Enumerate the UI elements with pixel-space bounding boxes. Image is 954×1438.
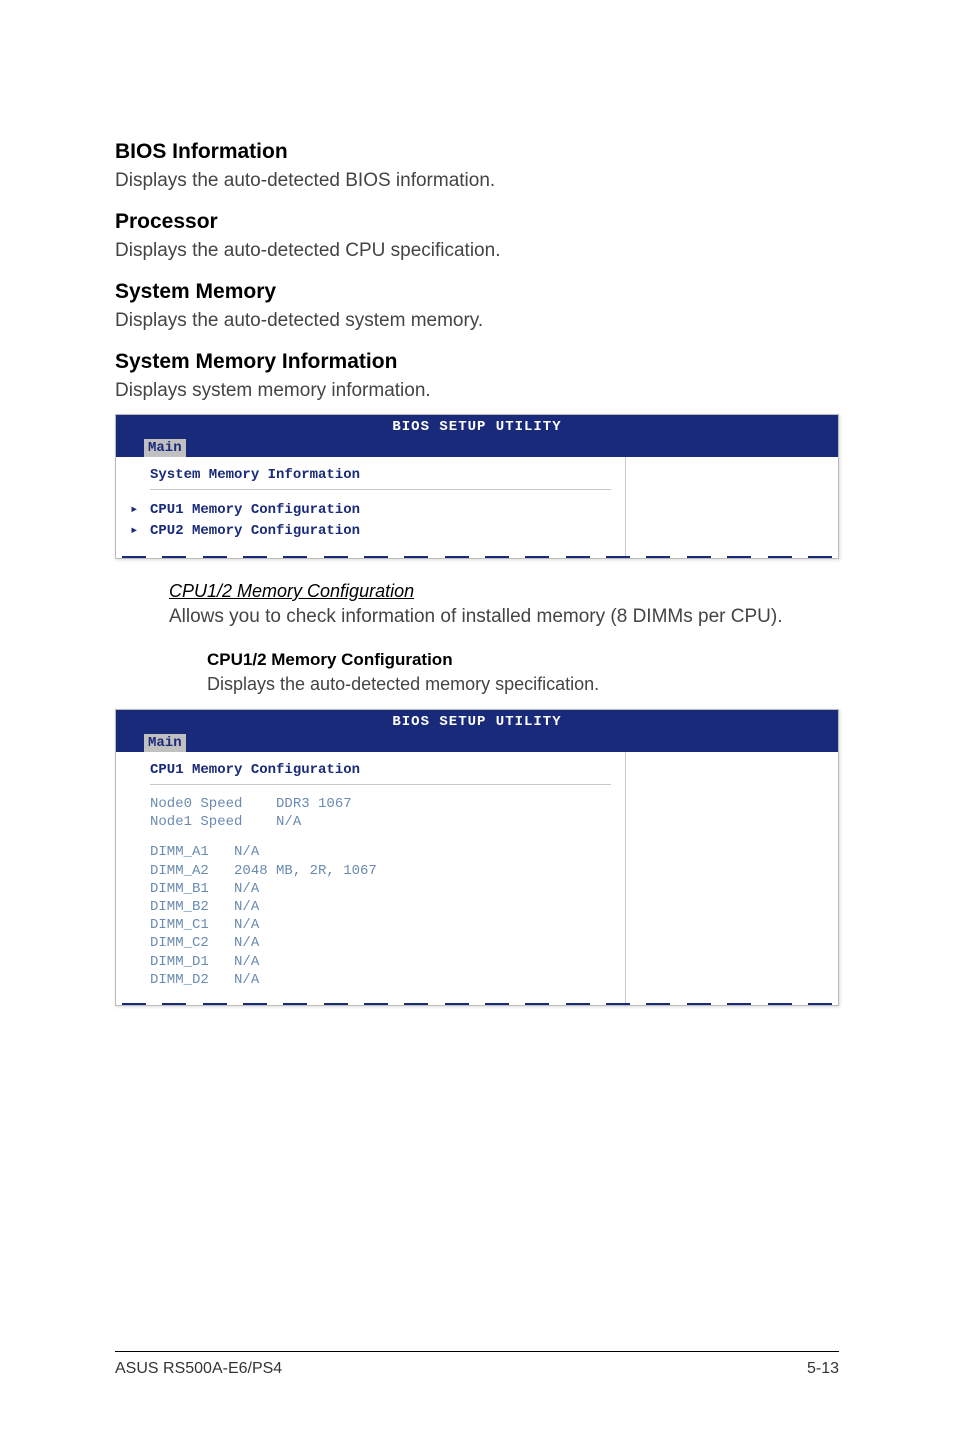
heading-bios-information: BIOS Information [115,140,839,164]
heading-system-memory-info: System Memory Information [115,350,839,374]
bios-dimm-row: DIMM_B2 N/A [150,898,611,916]
bios-tab-main: Main [144,439,186,457]
bios-left-panel: CPU1 Memory Configuration Node0 Speed DD… [116,752,626,1003]
bios-menu-cpu2: CPU2 Memory Configuration [130,521,611,542]
bios-menu-cpu1: CPU1 Memory Configuration [130,500,611,521]
subbody-cpu-config: Allows you to check information of insta… [169,606,839,628]
bios-header: BIOS SETUP UTILITY Main [116,710,838,752]
bios-section-title: CPU1 Memory Configuration [150,762,611,778]
subheading-cpu-config-bold: CPU1/2 Memory Configuration [207,650,839,670]
bios-left-panel: System Memory Information CPU1 Memory Co… [116,457,626,556]
bios-dimm-row: DIMM_D1 N/A [150,953,611,971]
footer-page-number: 5-13 [807,1360,839,1378]
bios-section-title: System Memory Information [150,467,611,483]
bios-box-system-memory-info: BIOS SETUP UTILITY Main System Memory In… [115,414,839,559]
bios-node-row: Node1 Speed N/A [150,813,611,831]
bios-dimm-row: DIMM_A2 2048 MB, 2R, 1067 [150,862,611,880]
body-bios-information: Displays the auto-detected BIOS informat… [115,170,839,192]
bios-dimm-row: DIMM_C2 N/A [150,934,611,952]
bios-content: System Memory Information CPU1 Memory Co… [116,457,838,556]
subheading-cpu-config: CPU1/2 Memory Configuration [169,581,839,602]
bios-box-cpu1-memory-config: BIOS SETUP UTILITY Main CPU1 Memory Conf… [115,709,839,1006]
bios-header: BIOS SETUP UTILITY Main [116,415,838,457]
bios-bottom-dashes [116,556,838,558]
bios-divider [150,784,611,785]
bios-tab-main: Main [144,734,186,752]
heading-processor: Processor [115,210,839,234]
body-system-memory-info: Displays system memory information. [115,380,839,402]
bios-divider [150,489,611,490]
subbody-cpu-config-small: Displays the auto-detected memory specif… [207,674,839,695]
bios-right-panel [626,752,838,1003]
body-system-memory: Displays the auto-detected system memory… [115,310,839,332]
bios-node-row: Node0 Speed DDR3 1067 [150,795,611,813]
bios-dimm-row: DIMM_C1 N/A [150,916,611,934]
bios-dimm-row: DIMM_B1 N/A [150,880,611,898]
bios-content: CPU1 Memory Configuration Node0 Speed DD… [116,752,838,1003]
page-footer: ASUS RS500A-E6/PS4 5-13 [115,1351,839,1378]
bios-header-title: BIOS SETUP UTILITY [392,419,561,435]
bios-right-panel [626,457,838,556]
body-processor: Displays the auto-detected CPU specifica… [115,240,839,262]
bios-dimm-row: DIMM_A1 N/A [150,843,611,861]
bios-bottom-dashes [116,1003,838,1005]
bios-dimm-row: DIMM_D2 N/A [150,971,611,989]
heading-system-memory: System Memory [115,280,839,304]
bios-header-title: BIOS SETUP UTILITY [392,714,561,730]
footer-product: ASUS RS500A-E6/PS4 [115,1360,282,1378]
